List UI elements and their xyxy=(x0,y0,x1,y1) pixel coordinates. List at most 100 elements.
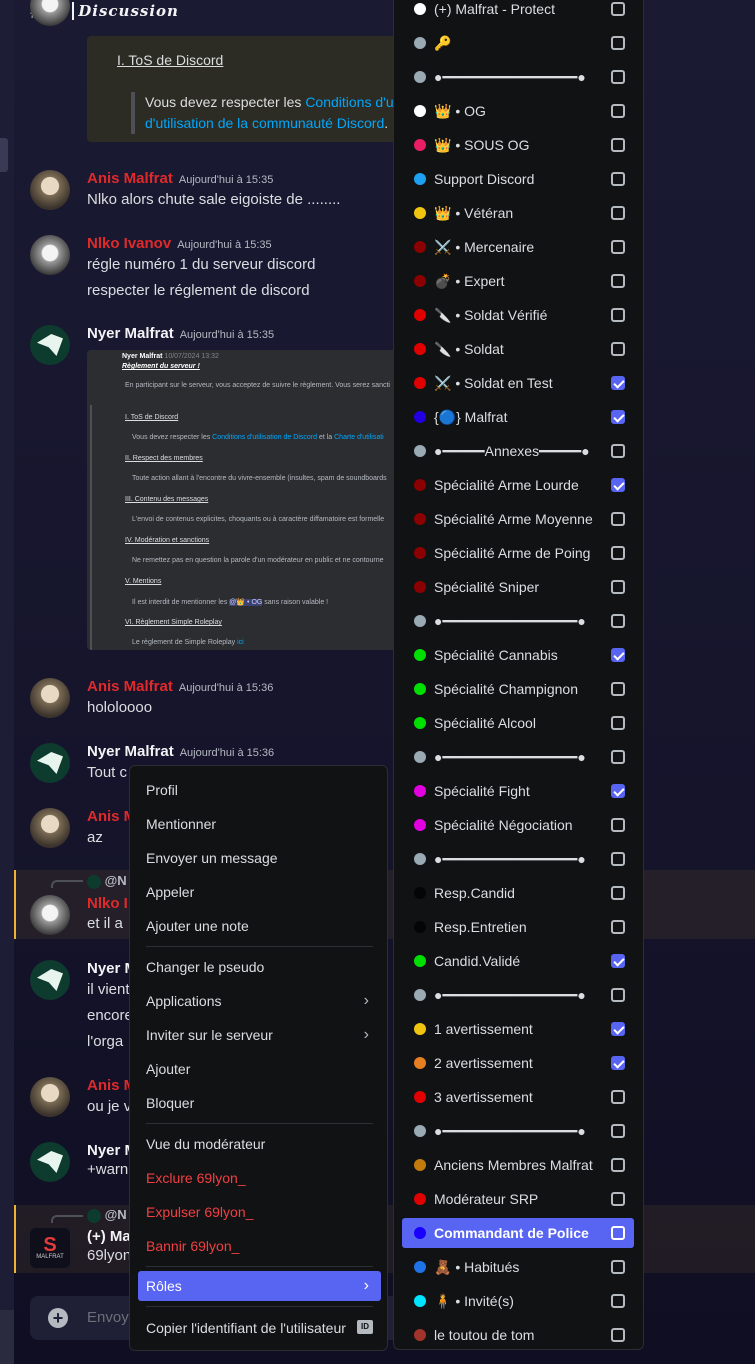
role-item[interactable]: 🧸 • Habitués xyxy=(402,1252,634,1282)
role-item[interactable]: {🔵} Malfrat xyxy=(402,402,634,432)
role-item[interactable]: ●━━━━━━━━━━━━━━━━● xyxy=(402,742,634,772)
menu-item-roles[interactable]: Rôles › xyxy=(138,1271,381,1301)
role-checkbox[interactable] xyxy=(611,172,625,186)
role-item[interactable]: Spécialité Négociation xyxy=(402,810,634,840)
role-item[interactable]: ●━━━━━━━━━━━━━━━━● xyxy=(402,980,634,1010)
role-item[interactable]: Resp.Entretien xyxy=(402,912,634,942)
username[interactable]: Anis Malfrat xyxy=(87,170,173,187)
role-item[interactable]: 💣 • Expert xyxy=(402,266,634,296)
role-item[interactable]: 2 avertissement xyxy=(402,1048,634,1078)
role-item[interactable]: Spécialité Alcool xyxy=(402,708,634,738)
role-checkbox[interactable] xyxy=(611,2,625,16)
role-item[interactable]: 👑 • OG xyxy=(402,96,634,126)
role-checkbox[interactable] xyxy=(611,1328,625,1342)
quote-link[interactable]: Conditions d'uti xyxy=(305,94,400,110)
role-checkbox[interactable] xyxy=(611,478,625,492)
role-checkbox[interactable] xyxy=(611,580,625,594)
role-item[interactable]: ●━━━━━Annexes━━━━━● xyxy=(402,436,634,466)
role-item[interactable]: le toutou de tom xyxy=(402,1320,634,1350)
menu-item-change-nickname[interactable]: Changer le pseudo xyxy=(138,952,381,982)
role-checkbox[interactable] xyxy=(611,886,625,900)
role-item[interactable]: ⚔️ • Soldat en Test xyxy=(402,368,634,398)
reply-preview[interactable]: @N xyxy=(87,1207,127,1223)
embed-link-title[interactable]: I. ToS de Discord xyxy=(117,52,223,68)
role-checkbox[interactable] xyxy=(611,512,625,526)
menu-item-invite[interactable]: Inviter sur le serveur › xyxy=(138,1020,381,1050)
composer-placeholder[interactable]: Envoy xyxy=(87,1309,129,1326)
role-checkbox[interactable] xyxy=(611,716,625,730)
avatar[interactable] xyxy=(30,960,70,1000)
role-checkbox[interactable] xyxy=(611,240,625,254)
sidebar-tab[interactable] xyxy=(0,138,8,172)
role-item[interactable]: 🔑 xyxy=(402,28,634,58)
role-item[interactable]: Resp.Candid xyxy=(402,878,634,908)
role-item[interactable]: Spécialité Champignon xyxy=(402,674,634,704)
role-checkbox[interactable] xyxy=(611,444,625,458)
username[interactable]: Nlko I xyxy=(87,895,128,912)
role-item[interactable]: 🧍 • Invité(s) xyxy=(402,1286,634,1316)
role-item[interactable]: ●━━━━━━━━━━━━━━━━● xyxy=(402,606,634,636)
role-checkbox[interactable] xyxy=(611,138,625,152)
role-item[interactable]: Spécialité Arme Lourde xyxy=(402,470,634,500)
role-checkbox[interactable] xyxy=(611,1192,625,1206)
role-item[interactable]: Support Discord xyxy=(402,164,634,194)
role-checkbox[interactable] xyxy=(611,36,625,50)
role-checkbox[interactable] xyxy=(611,1226,625,1240)
role-item[interactable]: ●━━━━━━━━━━━━━━━━● xyxy=(402,1116,634,1146)
avatar[interactable] xyxy=(30,1077,70,1117)
role-item[interactable]: 👑 • SOUS OG xyxy=(402,130,634,160)
role-checkbox[interactable] xyxy=(611,920,625,934)
role-item[interactable]: ⚔️ • Mercenaire xyxy=(402,232,634,262)
menu-item-kick[interactable]: Expulser 69lyon_ xyxy=(138,1197,381,1227)
role-item[interactable]: Spécialité Cannabis xyxy=(402,640,634,670)
role-checkbox[interactable] xyxy=(611,376,625,390)
role-checkbox[interactable] xyxy=(611,614,625,628)
role-checkbox[interactable] xyxy=(611,648,625,662)
avatar[interactable]: S MALFRAT xyxy=(30,1228,70,1268)
role-checkbox[interactable] xyxy=(611,1124,625,1138)
role-checkbox[interactable] xyxy=(611,1260,625,1274)
role-item[interactable]: Spécialité Sniper xyxy=(402,572,634,602)
role-item[interactable]: Commandant de Police xyxy=(402,1218,634,1248)
role-item[interactable]: Candid.Validé xyxy=(402,946,634,976)
role-checkbox[interactable] xyxy=(611,818,625,832)
role-checkbox[interactable] xyxy=(611,852,625,866)
role-checkbox[interactable] xyxy=(611,546,625,560)
role-checkbox[interactable] xyxy=(611,1022,625,1036)
role-checkbox[interactable] xyxy=(611,104,625,118)
role-item[interactable]: 🔪 • Soldat xyxy=(402,334,634,364)
avatar[interactable] xyxy=(30,325,70,365)
quote-link-2[interactable]: d'utilisation de la communauté Discord xyxy=(145,115,384,131)
role-checkbox[interactable] xyxy=(611,682,625,696)
role-checkbox[interactable] xyxy=(611,274,625,288)
role-item[interactable]: Modérateur SRP xyxy=(402,1184,634,1214)
role-checkbox[interactable] xyxy=(611,1090,625,1104)
role-item[interactable]: Spécialité Arme Moyenne xyxy=(402,504,634,534)
role-item[interactable]: (+) Malfrat - Protect xyxy=(402,0,634,24)
avatar[interactable] xyxy=(30,235,70,275)
username[interactable]: Nyer Malfrat xyxy=(87,325,174,342)
menu-item-block[interactable]: Bloquer xyxy=(138,1088,381,1118)
role-item[interactable]: 1 avertissement xyxy=(402,1014,634,1044)
username[interactable]: Anis Malfrat xyxy=(87,678,173,695)
menu-item-ban[interactable]: Bannir 69lyon_ xyxy=(138,1231,381,1261)
menu-item-copy-id[interactable]: Copier l'identifiant de l'utilisateur ID xyxy=(138,1313,381,1343)
role-item[interactable]: Spécialité Arme de Poing xyxy=(402,538,634,568)
menu-item-send-message[interactable]: Envoyer un message xyxy=(138,843,381,873)
add-attachment-icon[interactable]: + xyxy=(48,1308,68,1328)
username[interactable]: (+) Ma xyxy=(87,1228,131,1245)
role-checkbox[interactable] xyxy=(611,206,625,220)
avatar[interactable] xyxy=(30,895,70,935)
role-checkbox[interactable] xyxy=(611,1294,625,1308)
role-item[interactable]: 3 avertissement xyxy=(402,1082,634,1112)
username[interactable]: Nlko Ivanov xyxy=(87,235,171,252)
role-checkbox[interactable] xyxy=(611,988,625,1002)
menu-item-add[interactable]: Ajouter xyxy=(138,1054,381,1084)
avatar[interactable] xyxy=(30,743,70,783)
role-checkbox[interactable] xyxy=(611,410,625,424)
role-checkbox[interactable] xyxy=(611,784,625,798)
role-checkbox[interactable] xyxy=(611,750,625,764)
avatar[interactable] xyxy=(30,808,70,848)
role-item[interactable]: 👑 • Vétéran xyxy=(402,198,634,228)
menu-item-add-note[interactable]: Ajouter une note xyxy=(138,911,381,941)
